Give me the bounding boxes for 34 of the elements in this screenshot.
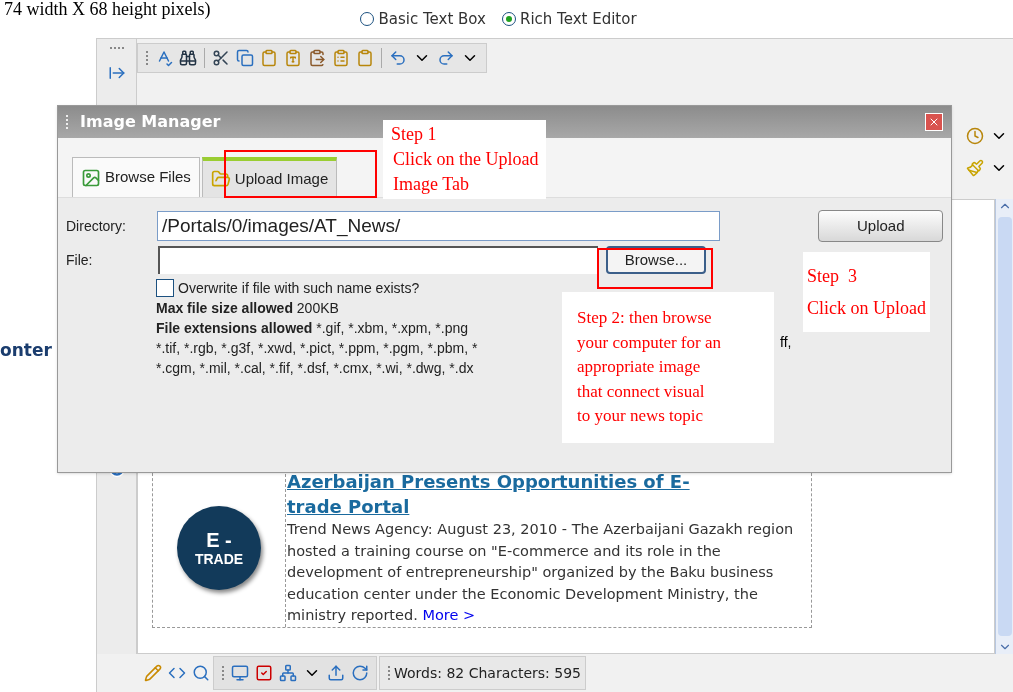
step-three-callout: Step 3 Click on Upload [803, 252, 930, 332]
headline-link[interactable]: Azerbaijan Presents Opportunities of E-trade Portal [287, 469, 707, 519]
checkbox-label: Overwrite if file with such name exists? [178, 279, 420, 298]
directory-field[interactable]: /Portals/0/images/AT_News/ [157, 211, 721, 241]
folder-icon [210, 169, 231, 189]
caption-text: 74 width X 68 height pixels) [3, 0, 211, 18]
radio-label: Rich Text Editor [519, 9, 637, 30]
radio-button[interactable] [360, 12, 375, 27]
step-one-callout: Step 1 Click on the Upload Image Tab [383, 120, 547, 199]
file-label: File: [66, 250, 94, 270]
checkbox[interactable] [156, 279, 174, 297]
radio-button[interactable] [501, 12, 516, 27]
page-label: onter [0, 340, 52, 360]
extensions-text: *.cgm, *.mil, *.cal, *.fif, *.dsf, *.cmx, *.wi, *.dwg, *.dx [156, 359, 474, 378]
tab[interactable]: Upload Image [201, 157, 338, 197]
extensions-text: ff, [780, 333, 792, 352]
more-link[interactable]: More > [422, 607, 476, 623]
scrollbar[interactable] [995, 199, 1013, 654]
dialog-title: Image Manager [80, 111, 221, 133]
extensions-text: File extensions allowed *.gif, *.xbm, *.xpm, *.png [156, 319, 468, 338]
extensions-text: *.tif, *.rgb, *.g3f, *.xwd, *.pict, *.ppm, *.pgm, *.pbm, * [156, 339, 478, 358]
word-count: Words: 82 Characters: 595 [394, 663, 581, 683]
directory-label: Directory: [66, 216, 127, 236]
max-size-text: Max file size allowed 200KB [156, 299, 339, 318]
upload-button[interactable]: Upload [818, 210, 943, 242]
picture-icon [81, 167, 101, 188]
logo-text: TRADE [194, 550, 244, 567]
article-text: Trend News Agency: August 23, 2010 - The Azerbaijani Gazakh region hosted a training course on "E-commerce and its role in the development of entrepreneurship" organized by the Baku business education center under the Economic Development Ministry, the ministry reported. More > [287, 520, 795, 625]
browse-button[interactable]: Browse... [606, 246, 706, 274]
tab[interactable]: Browse Files [72, 157, 200, 197]
file-field[interactable] [158, 246, 598, 274]
logo-text: E - [206, 528, 232, 551]
radio-label: Basic Text Box [378, 9, 486, 30]
step-two-callout: Step 2: then browse your computer for an appropriate image that connect visual to your news topic [562, 292, 774, 443]
